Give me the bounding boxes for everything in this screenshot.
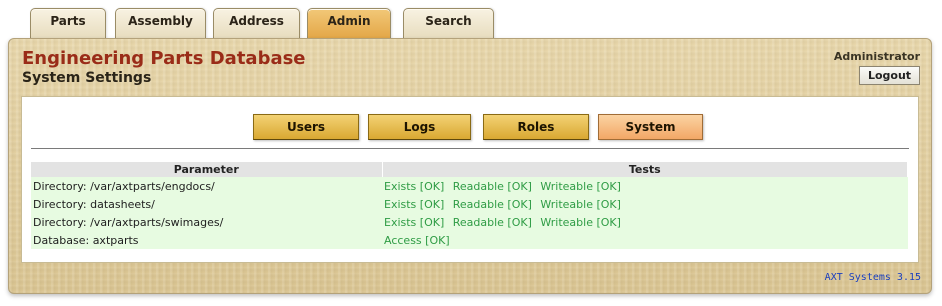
section-divider: [31, 148, 909, 149]
parameter-cell: Directory: /var/axtparts/engdocs/: [31, 177, 382, 195]
system-tests-table: Parameter Tests Directory: /var/axtparts…: [31, 162, 908, 249]
tab-search[interactable]: Search: [403, 8, 494, 39]
users-button[interactable]: Users: [253, 114, 359, 140]
column-header-parameter: Parameter: [31, 162, 383, 177]
test-result-readable: Readable [OK]: [452, 215, 532, 229]
tests-cell: Exists [OK] Readable [OK] Writeable [OK]: [382, 177, 908, 195]
page-title: System Settings: [22, 70, 152, 86]
tests-cell: Exists [OK] Readable [OK] Writeable [OK]: [382, 213, 908, 231]
roles-button[interactable]: Roles: [483, 114, 589, 140]
parameter-cell: Database: axtparts: [31, 231, 382, 249]
table-row: Database: axtparts Access [OK]: [31, 231, 908, 249]
test-result-exists: Exists [OK]: [384, 197, 445, 211]
test-result-readable: Readable [OK]: [452, 179, 532, 193]
main-panel: Engineering Parts Database System Settin…: [8, 38, 932, 294]
parameter-cell: Directory: /var/axtparts/swimages/: [31, 213, 382, 231]
test-result-writeable: Writeable [OK]: [540, 197, 621, 211]
tab-admin[interactable]: Admin: [307, 8, 391, 39]
current-user-label: Administrator: [833, 50, 920, 63]
settings-content-area: Users Logs Roles System Parameter Tests …: [21, 96, 919, 263]
parameter-cell: Directory: datasheets/: [31, 195, 382, 213]
test-result-access: Access [OK]: [384, 233, 450, 247]
tab-assembly[interactable]: Assembly: [115, 8, 206, 39]
admin-section-buttons: Users Logs Roles System: [22, 114, 918, 140]
system-button[interactable]: System: [598, 114, 703, 140]
test-result-exists: Exists [OK]: [384, 179, 445, 193]
tab-address[interactable]: Address: [213, 8, 300, 39]
tests-cell: Access [OK]: [382, 231, 908, 249]
test-result-writeable: Writeable [OK]: [540, 179, 621, 193]
app-title: Engineering Parts Database: [22, 48, 306, 69]
test-result-exists: Exists [OK]: [384, 215, 445, 229]
logs-button[interactable]: Logs: [368, 114, 471, 140]
test-result-readable: Readable [OK]: [452, 197, 532, 211]
table-row: Directory: /var/axtparts/engdocs/ Exists…: [31, 177, 908, 195]
table-row: Directory: datasheets/ Exists [OK] Reada…: [31, 195, 908, 213]
column-header-tests: Tests: [382, 162, 908, 177]
test-result-writeable: Writeable [OK]: [540, 215, 621, 229]
logout-button[interactable]: Logout: [859, 66, 920, 85]
table-header-row: Parameter Tests: [31, 162, 908, 177]
table-row: Directory: /var/axtparts/swimages/ Exist…: [31, 213, 908, 231]
tab-parts[interactable]: Parts: [30, 8, 106, 39]
version-label: AXT Systems 3.15: [824, 272, 921, 283]
tests-cell: Exists [OK] Readable [OK] Writeable [OK]: [382, 195, 908, 213]
